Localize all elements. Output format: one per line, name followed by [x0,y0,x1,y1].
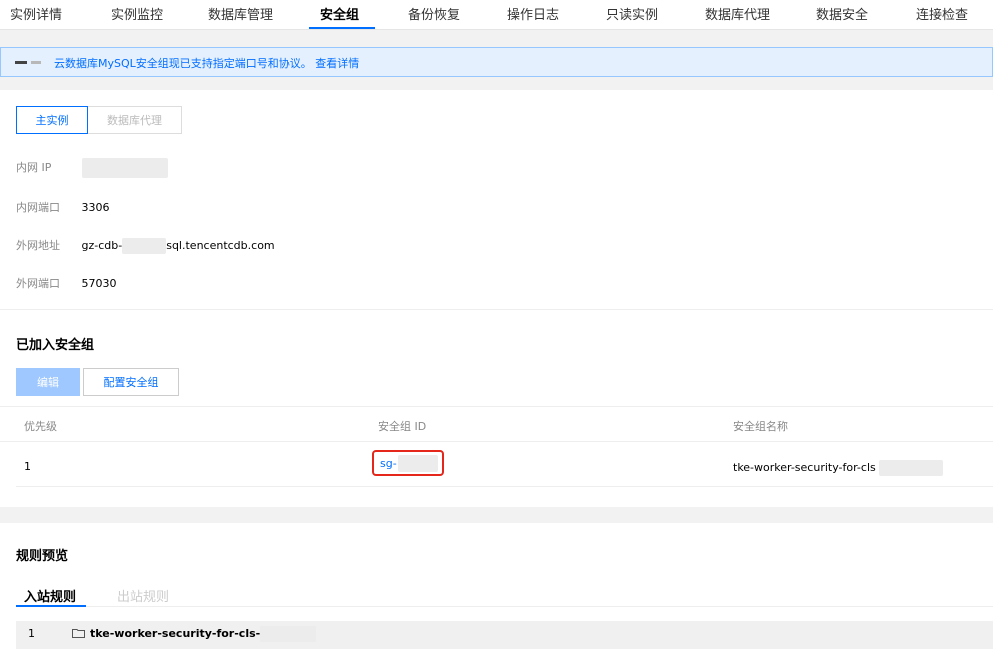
rule-group-name: tke-worker-security-for-cls- [90,626,317,642]
row-priority: 1 [24,460,31,473]
rules-active-tab-indicator [16,605,86,607]
security-group-id-redacted [398,455,438,472]
notice-message: 云数据库MySQL安全组现已支持指定端口号和协议。 [54,57,312,70]
table-header-divider [0,441,993,442]
tab-security-group[interactable]: 安全组 [320,4,359,23]
banner-minimize-icon[interactable] [31,61,41,64]
tab-outbound-rules[interactable]: 出站规则 [117,586,169,605]
tab-database-proxy[interactable]: 数据库代理 [705,4,770,23]
private-ip-value-redacted [81,158,168,178]
column-header-security-group-id: 安全组 ID [378,420,427,433]
rule-group-index: 1 [28,627,35,640]
notice-banner: 云数据库MySQL安全组现已支持指定端口号和协议。 查看详情 [0,47,993,77]
private-ip-row: 内网 IP [16,158,168,178]
public-port-row: 外网端口 57030 [16,275,117,291]
tab-instance-details[interactable]: 实例详情 [10,4,62,23]
rules-preview-title: 规则预览 [16,549,69,564]
column-header-security-group-name: 安全组名称 [733,420,788,433]
tab-database-management[interactable]: 数据库管理 [208,4,273,23]
tab-operation-log[interactable]: 操作日志 [507,4,559,23]
public-address-suffix: sql.tencentcdb.com [166,239,275,252]
table-top-divider [0,406,993,407]
security-group-name-text: tke-worker-security-for-cls [733,461,876,474]
rule-group-row[interactable]: 1 tke-worker-security-for-cls- [16,621,993,649]
security-group-panel: 主实例 数据库代理 内网 IP 内网端口 3306 外网地址 gz-cdb-sq… [0,90,993,507]
security-group-id-text[interactable]: sg- [380,457,397,470]
tab-instance-monitoring[interactable]: 实例监控 [111,4,163,23]
public-port-value: 57030 [81,277,117,290]
private-port-label: 内网端口 [16,201,60,214]
security-group-name-redacted [879,460,944,476]
public-address-row: 外网地址 gz-cdb-sql.tencentcdb.com [16,237,275,254]
security-group-id-link[interactable]: sg- [372,450,444,476]
rule-group-name-redacted [260,626,317,642]
rules-preview-panel: 规则预览 入站规则 出站规则 1 tke-worker-security-for… [0,523,993,649]
banner-collapse-icon[interactable] [15,61,27,64]
row-security-group-name: tke-worker-security-for-cls [733,460,944,476]
top-tab-bar: 实例详情 实例监控 数据库管理 安全组 备份恢复 操作日志 只读实例 数据库代理… [0,0,993,30]
private-ip-label: 内网 IP [16,161,52,174]
notice-details-link[interactable]: 查看详情 [315,57,359,70]
folder-icon [72,629,85,638]
public-address-prefix: gz-cdb- [81,239,123,252]
column-header-priority: 优先级 [24,420,57,433]
notice-text: 云数据库MySQL安全组现已支持指定端口号和协议。 查看详情 [54,55,359,71]
tab-data-security[interactable]: 数据安全 [816,4,868,23]
tab-connection-check[interactable]: 连接检查 [916,4,968,23]
public-address-label: 外网地址 [16,239,60,252]
public-port-label: 外网端口 [16,277,60,290]
tab-readonly-instance[interactable]: 只读实例 [606,4,658,23]
active-tab-indicator [309,27,375,29]
private-port-row: 内网端口 3306 [16,199,110,215]
rules-tab-divider [16,606,993,607]
primary-instance-button[interactable]: 主实例 [16,106,88,134]
database-proxy-button[interactable]: 数据库代理 [88,106,182,134]
rule-group-name-text: tke-worker-security-for-cls- [90,627,261,640]
tab-inbound-rules[interactable]: 入站规则 [24,586,76,605]
configure-security-group-button[interactable]: 配置安全组 [83,368,179,396]
table-bottom-divider [16,486,993,487]
divider [0,309,993,310]
public-address-redacted [122,238,167,254]
joined-groups-title: 已加入安全组 [16,338,95,353]
private-port-value: 3306 [81,201,110,214]
instance-switch: 主实例 数据库代理 [16,106,182,134]
edit-button[interactable]: 编辑 [16,368,80,396]
tab-backup-restore[interactable]: 备份恢复 [408,4,460,23]
